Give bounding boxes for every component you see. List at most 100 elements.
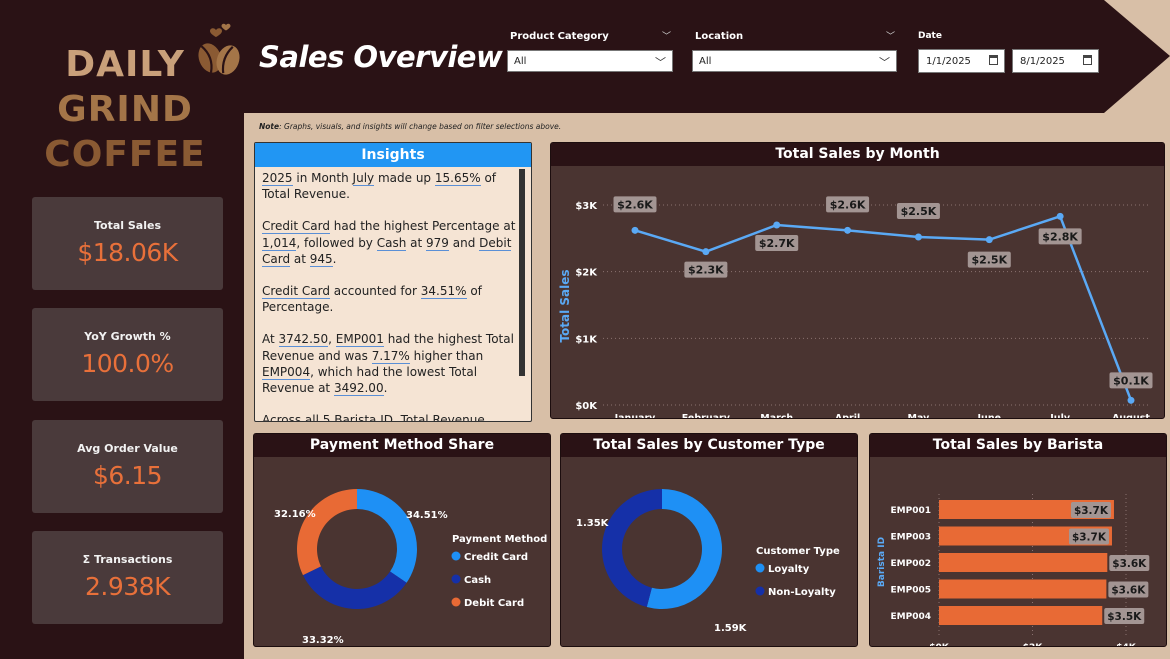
data-label: $3.6K xyxy=(1112,558,1147,570)
legend-item[interactable]: Non-Loyalty xyxy=(768,587,836,598)
y-tick-label: EMP003 xyxy=(891,533,932,543)
y-tick-label: EMP001 xyxy=(891,506,932,516)
data-point[interactable] xyxy=(844,226,852,234)
y-tick-label: $0K xyxy=(575,401,598,412)
x-tick-label: $2K xyxy=(1023,643,1044,647)
legend-item[interactable]: Cash xyxy=(464,575,491,586)
customer-donut-chart[interactable]: 1.59K 1.35K Customer Type Loyalty Non-Loyalt… xyxy=(561,457,858,647)
bar[interactable] xyxy=(939,606,1103,625)
date-start-value: 1/1/2025 xyxy=(926,56,971,67)
dropdown-value: All xyxy=(699,56,712,67)
data-label: $2.3K xyxy=(688,264,724,277)
legend-marker[interactable] xyxy=(451,574,461,584)
legend-marker[interactable] xyxy=(755,586,765,596)
x-tick-label: July xyxy=(1049,413,1071,419)
insights-scrollbar[interactable] xyxy=(519,169,525,376)
insights-body[interactable]: 2025 in Month July made up 15.65% of Tot… xyxy=(255,167,531,421)
payment-donut-chart[interactable]: 34.51% 33.32% 32.16% Payment Method Credit C… xyxy=(254,457,551,647)
panel-title: Payment Method Share xyxy=(254,434,550,457)
data-label: $2.6K xyxy=(830,198,866,211)
insight-value[interactable]: 3492.00 xyxy=(333,381,384,397)
insight-value[interactable]: July xyxy=(352,171,375,186)
filter-label-product-category: Product Category xyxy=(510,31,609,42)
data-point[interactable] xyxy=(702,248,710,256)
x-tick-label: April xyxy=(835,413,860,419)
dropdown-value: All xyxy=(514,56,527,67)
legend-marker[interactable] xyxy=(451,551,461,561)
chevron-down-icon[interactable]: ﹀ xyxy=(886,29,895,42)
location-dropdown[interactable]: All ﹀ xyxy=(692,50,897,72)
barista-bar-chart[interactable]: $0K$2K$4KTotal RevenueBarista IDEMP001$3… xyxy=(870,457,1167,647)
legend-item[interactable]: Loyalty xyxy=(768,564,810,575)
data-point[interactable] xyxy=(773,221,781,229)
legend-item[interactable]: Credit Card xyxy=(464,552,528,563)
x-tick-label: August xyxy=(1112,413,1150,419)
filter-note: Note: Graphs, visuals, and insights will… xyxy=(259,122,561,131)
insight-value[interactable]: 1,014 xyxy=(262,235,297,251)
insight-text: accounted for xyxy=(329,284,421,299)
insight-value[interactable]: Cash xyxy=(376,235,407,251)
panel-title: Total Sales by Month xyxy=(551,143,1164,166)
chevron-down-icon[interactable]: ﹀ xyxy=(662,29,671,42)
chevron-down-icon: ﹀ xyxy=(655,56,666,69)
panel-payment-method: Payment Method Share 34.51% 33.32% 32.16% P… xyxy=(253,433,551,647)
line-chart[interactable]: $0K $1K $2K $3K January February March April May… xyxy=(551,166,1165,419)
kpi-value: $6.15 xyxy=(92,461,163,490)
data-label: $2.5K xyxy=(971,254,1007,267)
insight-text: . xyxy=(332,251,337,266)
bar[interactable] xyxy=(939,553,1108,572)
insight-paragraph: At 3742.50, EMP001 had the highest Total… xyxy=(262,331,517,397)
x-tick-label: $4K xyxy=(1116,643,1137,647)
x-tick-label: March xyxy=(760,413,793,419)
y-tick-label: EMP005 xyxy=(891,586,932,596)
donut-slice[interactable] xyxy=(302,566,407,609)
insight-value[interactable]: 3742.50 xyxy=(278,332,329,348)
legend-marker[interactable] xyxy=(755,563,765,573)
page-title: Sales Overview xyxy=(259,40,503,74)
kpi-total-sales: Total Sales $18.06K xyxy=(32,197,223,290)
chevron-down-icon: ﹀ xyxy=(879,56,890,69)
legend-item[interactable]: Debit Card xyxy=(464,598,524,609)
insight-value[interactable]: 15.65% xyxy=(434,171,481,186)
insight-paragraph: Credit Card accounted for 34.51% of Perc… xyxy=(262,283,517,315)
donut-slice[interactable] xyxy=(297,489,357,576)
insight-value[interactable]: 7.17% xyxy=(371,348,410,364)
slice-label: 34.51% xyxy=(406,510,448,521)
panel-title: Total Sales by Barista xyxy=(870,434,1166,457)
insight-text: at xyxy=(290,251,310,266)
insight-value[interactable]: EMP001 xyxy=(335,332,384,348)
product-category-dropdown[interactable]: All ﹀ xyxy=(507,50,673,72)
calendar-icon[interactable] xyxy=(1083,55,1092,65)
insight-value[interactable]: 979 xyxy=(426,235,449,251)
data-point[interactable] xyxy=(985,236,993,244)
insights-panel[interactable]: Insights 2025 in Month July made up 15.6… xyxy=(254,142,532,422)
slice-label: 1.59K xyxy=(714,623,748,634)
data-point[interactable] xyxy=(631,226,639,234)
insight-text: , xyxy=(328,332,336,347)
date-start-input[interactable]: 1/1/2025 xyxy=(918,49,1005,73)
legend-title: Payment Method xyxy=(452,534,547,545)
data-point[interactable] xyxy=(914,233,922,241)
legend-marker[interactable] xyxy=(451,597,461,607)
bar[interactable] xyxy=(939,579,1107,599)
date-end-input[interactable]: 8/1/2025 xyxy=(1012,49,1099,73)
note-prefix: Note xyxy=(259,122,280,131)
calendar-icon[interactable] xyxy=(989,55,998,65)
insight-value[interactable]: Credit Card xyxy=(262,219,330,235)
insight-value[interactable]: 2025 xyxy=(262,171,293,186)
x-tick-label: January xyxy=(614,413,657,419)
y-axis-label: Total Sales xyxy=(558,269,572,342)
kpi-label: Total Sales xyxy=(93,219,161,232)
y-tick-label: $3K xyxy=(575,201,598,212)
insight-text: higher than xyxy=(409,348,484,363)
insight-value[interactable]: EMP004 xyxy=(262,364,311,380)
kpi-avg-order-value: Avg Order Value $6.15 xyxy=(32,420,223,513)
insight-value[interactable]: Credit Card xyxy=(262,284,330,300)
insight-value[interactable]: 945 xyxy=(309,251,333,267)
insight-text: at xyxy=(406,235,427,250)
kpi-value: 2.938K xyxy=(85,572,170,601)
insight-value[interactable]: 34.51% xyxy=(420,284,467,300)
donut-slice[interactable] xyxy=(357,489,417,583)
data-point[interactable] xyxy=(1127,396,1135,404)
data-point[interactable] xyxy=(1056,212,1064,220)
